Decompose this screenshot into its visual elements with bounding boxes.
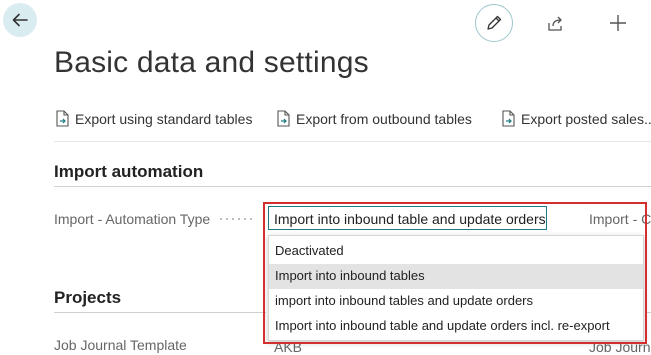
export-standard-tables-action[interactable]: Export using standard tables (54, 109, 252, 129)
add-button[interactable] (607, 12, 629, 34)
automation-type-label-text: Import - Automation Type (54, 211, 211, 227)
job-journal-template-label: Job Journal Template (54, 337, 187, 353)
action-bar-divider (54, 141, 651, 142)
share-button[interactable] (544, 12, 566, 34)
job-journal-template-label-text: Job Journal Template (54, 337, 187, 353)
page-title: Basic data and settings (54, 46, 369, 79)
automation-type-label: Import - Automation Type (54, 211, 255, 227)
back-button[interactable] (3, 3, 37, 37)
action-label: Export posted sales...o (521, 111, 651, 127)
section-title-import-automation: Import automation (54, 162, 204, 181)
plus-icon (610, 15, 626, 31)
export-document-icon (502, 110, 515, 127)
export-document-icon (277, 110, 290, 127)
action-label: Export from outbound tables (296, 111, 472, 127)
arrow-left-icon (12, 13, 28, 27)
export-posted-sales-action[interactable]: Export posted sales...o (500, 109, 651, 129)
action-label: Export using standard tables (75, 111, 253, 127)
export-outbound-tables-action[interactable]: Export from outbound tables (275, 109, 472, 129)
share-icon (548, 16, 562, 31)
label-dots (218, 218, 255, 220)
section-divider (54, 312, 266, 313)
export-document-icon (56, 110, 69, 127)
highlight-frame (263, 202, 647, 344)
pencil-icon (487, 15, 502, 30)
section-divider (54, 186, 651, 187)
section-title-projects: Projects (54, 288, 122, 307)
edit-button[interactable] (475, 4, 513, 42)
